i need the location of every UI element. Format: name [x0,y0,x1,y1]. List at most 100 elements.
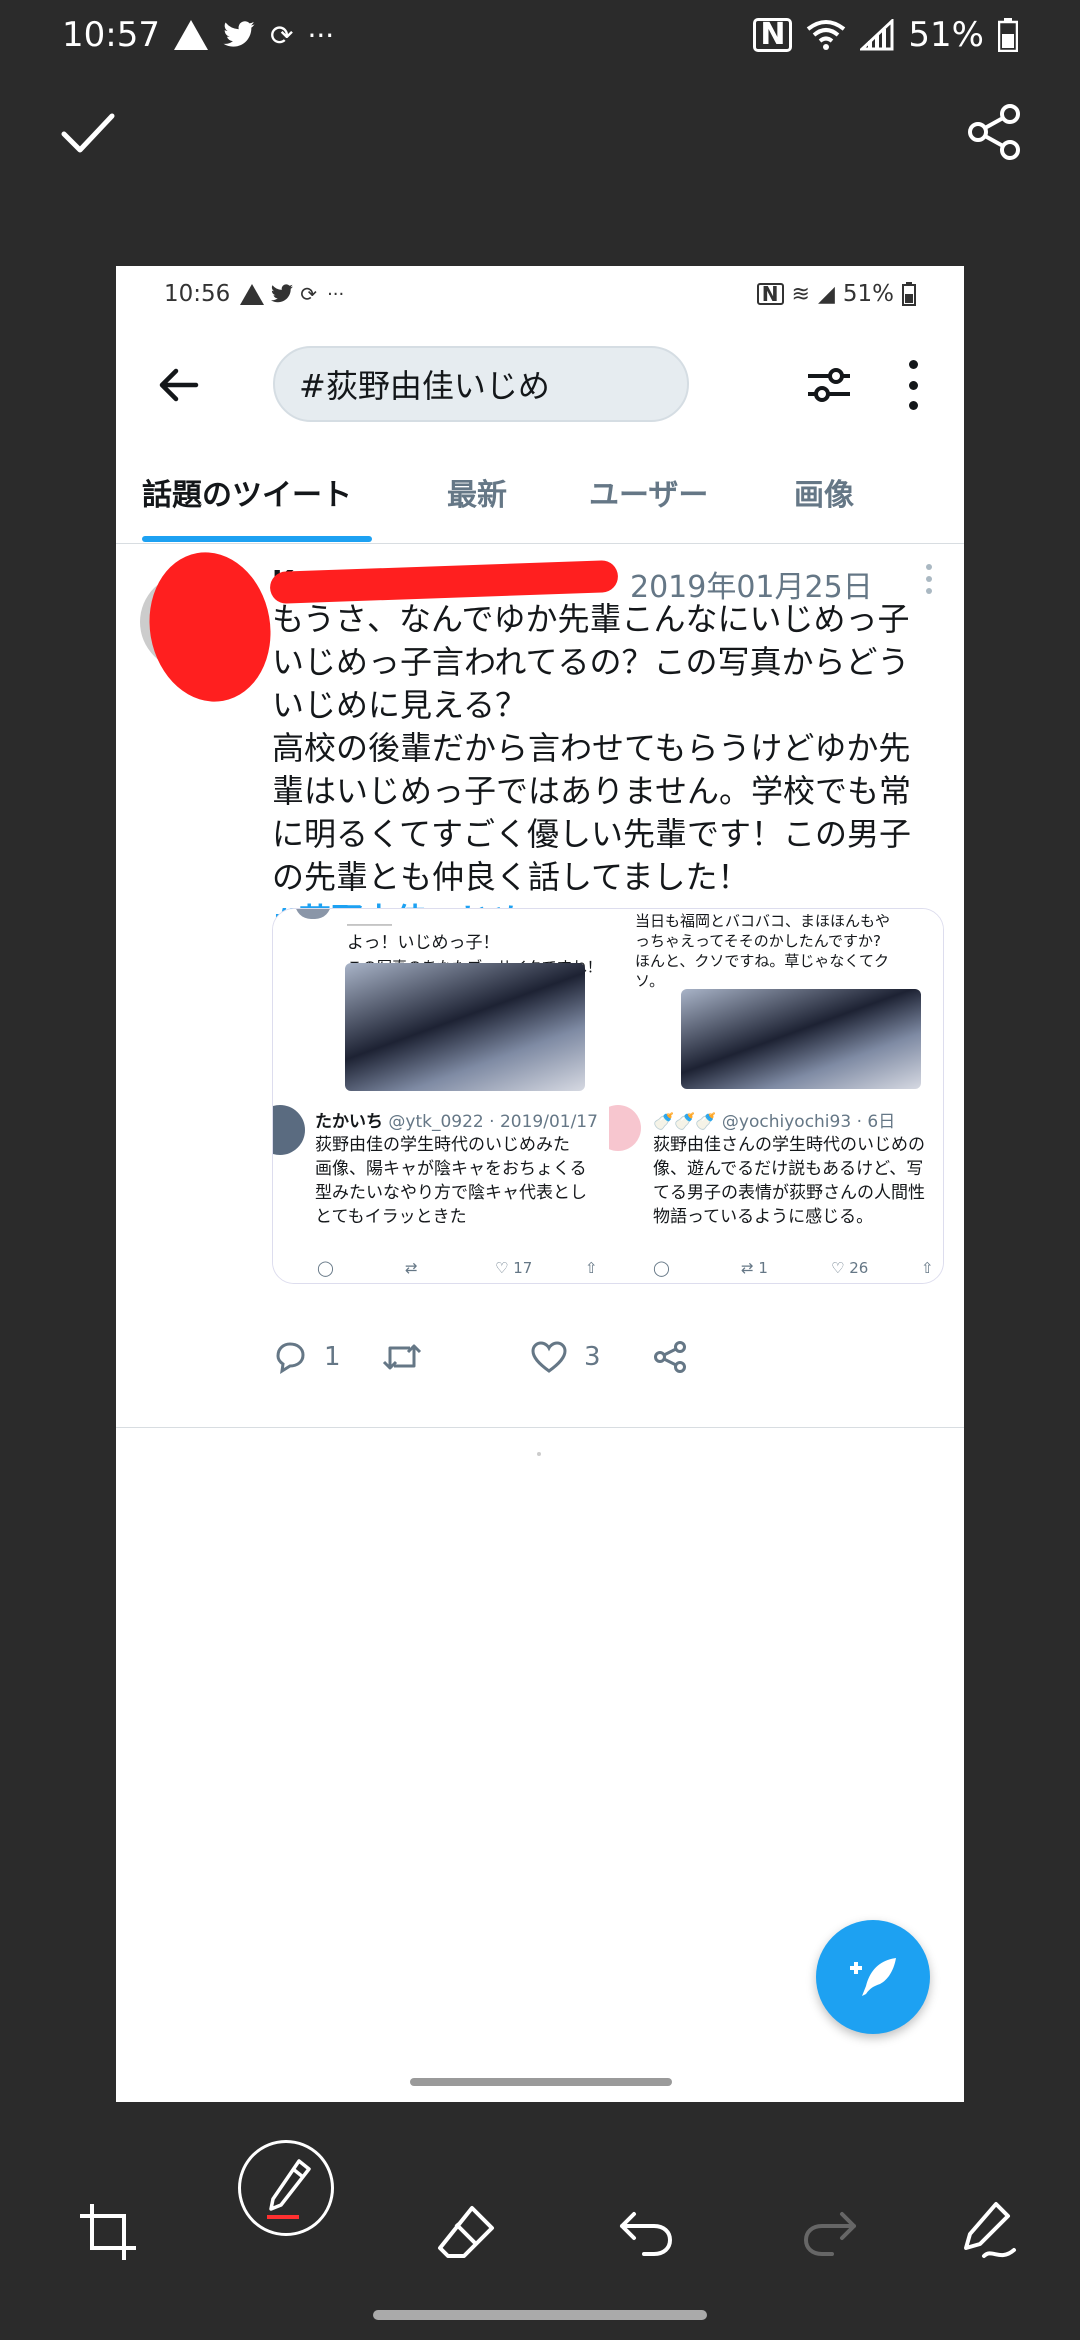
tweet-line: の先輩とも仲良く話してました！ [272,858,750,896]
tweet-line: いじめに見える？ [272,686,528,724]
inner-status-bar: 10:56 ⟳ ··· N ≋ ◢ 51% [116,266,964,322]
image-caption-line: ほんと、クソですね。草じゃなくてク [635,952,889,970]
card-share-icon: ⇧ [921,1259,934,1277]
battery-icon [998,18,1018,52]
card-reply-icon: ◯ [653,1259,670,1277]
wifi-icon [807,20,846,50]
nfc-icon: N [753,18,793,52]
eraser-icon[interactable] [434,2200,498,2264]
card-name: 🍼🍼🍼 [653,1112,717,1132]
inner-clock: 10:56 [164,281,231,307]
search-tabs: 話題のツイート 最新 ユーザー 画像 [116,452,964,544]
card-reply-icon: ◯ [317,1259,334,1277]
heart-icon [531,1341,567,1373]
search-input[interactable]: #荻野由佳いじめ [273,346,689,422]
card-avatar [609,1105,641,1151]
signal-icon [860,19,894,51]
card-name: たかいち [315,1112,383,1132]
card-text-line: 像、遊んでるだけ説もあるけど、写 [653,1159,924,1179]
more-notifications-icon: ··· [307,18,335,52]
inner-twitter-icon [271,284,294,303]
card-text-line: 型みたいなやり方で陰キャ代表とし [315,1183,587,1203]
tweet-actions: 1 3 [272,1336,912,1386]
search-header: #荻野由佳いじめ [116,340,964,430]
pen-icon [267,2159,311,2219]
like-button[interactable]: 3 [530,1340,601,1374]
card-text-line: 荻野由佳の学生時代のいじめみた [315,1135,570,1155]
retweet-icon [382,1344,422,1370]
done-check-icon[interactable] [58,108,118,158]
inner-signal-icon: ◢ [817,281,835,307]
back-arrow-icon[interactable] [156,362,202,408]
card-retweet-icon: ⇄ [405,1259,418,1277]
crop-icon[interactable] [76,2200,140,2264]
card-header: たかいち @ytk_0922 · 2019/01/17 [315,1107,598,1132]
share-icon[interactable] [964,102,1024,162]
tweet[interactable]: Ko 2019年01月25日 もうさ、なんでゆか先輩こんなにいじめっ子 いじめっ… [116,542,964,1428]
card-text-line: 荻野由佳さんの学生時代のいじめの [653,1135,925,1155]
card-retweet: ⇄ 1 [741,1259,768,1277]
inner-sync-icon: ⟳ [300,282,318,306]
compose-feather-icon [850,1958,896,1996]
warning-icon [173,20,208,50]
inner-warning-icon [240,283,265,305]
clock: 10:57 [62,15,160,55]
reply-button[interactable]: 1 [272,1340,341,1374]
classroom-photo [681,989,921,1089]
card-text-line: てる男子の表情が荻野さんの人間性 [653,1183,925,1203]
sync-icon: ⟳ [269,18,294,52]
battery-percent: 51% [908,15,984,55]
image-caption-line: よっ！いじめっ子！ [347,933,500,953]
tweet-text: もうさ、なんでゆか先輩こんなにいじめっ子 いじめっ子言われてるの？この写真からど… [272,598,952,942]
card-retweet-count: 1 [758,1259,768,1277]
twitter-icon [223,21,255,47]
loading-dot [537,1452,541,1456]
search-query: #荻野由佳いじめ [299,367,550,405]
classroom-photo [345,963,585,1091]
status-bar: 10:57 ⟳ ··· N 51% [0,0,1080,70]
compose-tweet-button[interactable] [816,1920,930,2034]
tab-users[interactable]: ユーザー [589,470,708,514]
filter-icon[interactable] [804,360,854,410]
card-like: ♡ 26 [831,1259,869,1277]
tweet-line: 輩はいじめっ子ではありません。学校でも常 [272,772,912,810]
reply-count: 1 [324,1342,341,1372]
tab-images[interactable]: 画像 [794,470,854,514]
active-tab-indicator [142,536,372,542]
redaction-scribble-avatar [137,542,283,712]
card-handle: @ytk_0922 · 2019/01/17 [388,1112,598,1132]
card-text-line: 画像、陽キャが陰キャをおちょくる [315,1159,587,1179]
card-text-line: とてもイラッときた [315,1207,467,1227]
tweet-menu-icon[interactable] [926,564,934,594]
attached-image-1[interactable]: ――― よっ！いじめっ子！ この写真のあなたブッサイクですね！ [273,909,607,1093]
attached-image-2[interactable]: 当日も福岡とバコバコ、まほほんもや っちゃえってそそのかしたんですか? ほんと、… [609,909,943,1093]
undo-icon[interactable] [614,2200,678,2264]
attached-image-4[interactable]: 🍼🍼🍼 @yochiyochi93 · 6日 荻野由佳さんの学生時代のいじめの … [609,1095,943,1283]
card-share-icon: ⇧ [585,1259,598,1277]
more-options-icon[interactable] [906,360,920,410]
redo-icon [804,2212,856,2256]
tweet-line: 高校の後輩だから言わせてもらうけどゆか先 [272,729,911,767]
tweet-line: に明るくてすごく優しい先輩です！この男子 [272,815,912,853]
inner-more-icon: ··· [327,283,345,305]
inner-home-indicator [410,2078,672,2086]
share-tweet-button[interactable] [652,1340,688,1374]
screenshot-preview: 10:56 ⟳ ··· N ≋ ◢ 51% #荻野由佳いじめ 話題のツイート 最… [116,266,964,2102]
tweet-image-grid[interactable]: ――― よっ！いじめっ子！ この写真のあなたブッサイクですね！ 当日も福岡とバコ… [272,908,944,1284]
tab-top-tweets[interactable]: 話題のツイート [142,470,352,514]
tab-latest[interactable]: 最新 [447,470,507,514]
tweet-line: いじめっ子言われてるの？この写真からどう [272,643,910,681]
retweet-button[interactable] [382,1340,422,1374]
card-like-count: 17 [513,1259,533,1277]
card-handle: @yochiyochi93 · 6日 [721,1112,896,1132]
reply-icon [276,1342,305,1374]
card-like-count: 26 [849,1259,869,1277]
attached-image-3[interactable]: たかいち @ytk_0922 · 2019/01/17 荻野由佳の学生時代のいじ… [273,1095,607,1283]
like-count: 3 [584,1342,601,1372]
card-avatar [273,1105,305,1155]
pen-tool-button[interactable] [238,2140,334,2236]
inner-battery-percent: 51% [842,281,894,307]
draw-on-image-icon[interactable] [956,2200,1020,2264]
inner-battery-icon [902,282,916,306]
card-text-line: 物語っているように感じる。 [653,1207,874,1227]
